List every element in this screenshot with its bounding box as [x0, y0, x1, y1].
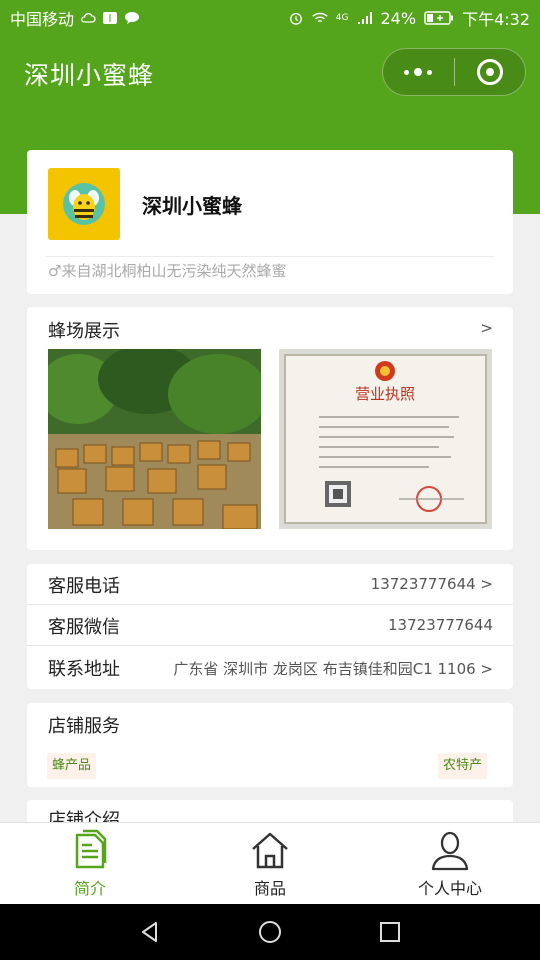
profile-card: 深圳小蜜蜂 ♂来自湖北桐柏山无污染纯天然蜂蜜 [27, 150, 513, 294]
bottom-tab-bar: 简介 商品 个人中心 [0, 822, 540, 904]
tab-profile[interactable]: 个人中心 [360, 823, 540, 904]
more-dot-icon [427, 69, 433, 75]
tab-products[interactable]: 商品 [180, 823, 360, 904]
battery-percent: 24% [380, 8, 417, 28]
recents-square-icon [380, 922, 400, 942]
status-bar: 中国移动 4G 24% 下午4:32 [0, 0, 540, 36]
battery-icon [424, 11, 454, 25]
tab-label: 个人中心 [417, 879, 482, 898]
divider [45, 256, 495, 257]
phone-label: 客服电话 [48, 576, 120, 597]
home-nav-button[interactable] [250, 912, 290, 952]
signal-icon [357, 12, 372, 24]
services-title: 店铺服务 [48, 716, 120, 737]
more-button[interactable] [383, 49, 454, 95]
contact-info-card: 客服电话 13723777644 > 客服微信 13723777644 联系地址… [27, 564, 513, 689]
carrier-label: 中国移动 [10, 10, 75, 29]
address-value[interactable]: 广东省 深圳市 龙岗区 布吉镇佳和园C1 1106 > [173, 658, 493, 679]
wechat-label: 客服微信 [48, 617, 120, 638]
home-icon [252, 832, 288, 869]
person-icon [431, 831, 469, 871]
more-dot-icon [414, 68, 423, 76]
chevron-right-icon[interactable]: > [480, 319, 493, 337]
document-icon [75, 829, 107, 869]
tab-label: 商品 [253, 879, 286, 898]
chat-icon [125, 12, 140, 24]
close-miniprogram-button[interactable] [455, 49, 526, 95]
address-row[interactable]: 联系地址 广东省 深圳市 龙岗区 布吉镇佳和园C1 1106 > [27, 647, 513, 688]
page-title: 深圳小蜜蜂 [24, 61, 155, 90]
phone-row[interactable]: 客服电话 13723777644 > [27, 564, 513, 605]
network-type: 4G [335, 13, 349, 23]
wifi-icon [312, 12, 328, 23]
service-tag[interactable]: 蜂产品 [47, 753, 97, 779]
book-icon [103, 12, 118, 24]
more-dot-icon [404, 69, 410, 75]
cloud-icon [81, 13, 96, 23]
tab-label: 简介 [73, 879, 106, 898]
wechat-value[interactable]: 13723777644 [388, 616, 493, 634]
apiary-showcase-card[interactable]: 蜂场展示 > 营业执照 [27, 307, 513, 550]
back-triangle-icon [142, 922, 157, 942]
recents-button[interactable] [370, 912, 410, 952]
shop-name: 深圳小蜜蜂 [142, 194, 242, 218]
clock: 下午4:32 [462, 10, 530, 29]
service-tag[interactable]: 农特产 [437, 753, 487, 779]
target-icon [476, 59, 503, 85]
miniprogram-capsule [382, 48, 526, 96]
system-nav-bar [0, 904, 540, 960]
phone-value[interactable]: 13723777644 > [371, 575, 493, 593]
bee-icon [63, 183, 105, 225]
alarm-icon [289, 12, 302, 25]
back-button[interactable] [130, 912, 170, 952]
home-circle-icon [259, 921, 281, 943]
shop-services-card: 店铺服务 蜂产品 农特产 [27, 703, 513, 787]
business-license-photo[interactable]: 营业执照 [279, 349, 492, 529]
shop-logo [48, 168, 120, 240]
tab-intro[interactable]: 简介 [0, 823, 180, 904]
showcase-title: 蜂场展示 [48, 321, 120, 342]
license-title: 营业执照 [355, 385, 415, 403]
apiary-photo[interactable] [48, 349, 261, 529]
address-label: 联系地址 [48, 659, 120, 680]
shop-tagline: ♂来自湖北桐柏山无污染纯天然蜂蜜 [48, 262, 287, 280]
wechat-row[interactable]: 客服微信 13723777644 [27, 605, 513, 646]
